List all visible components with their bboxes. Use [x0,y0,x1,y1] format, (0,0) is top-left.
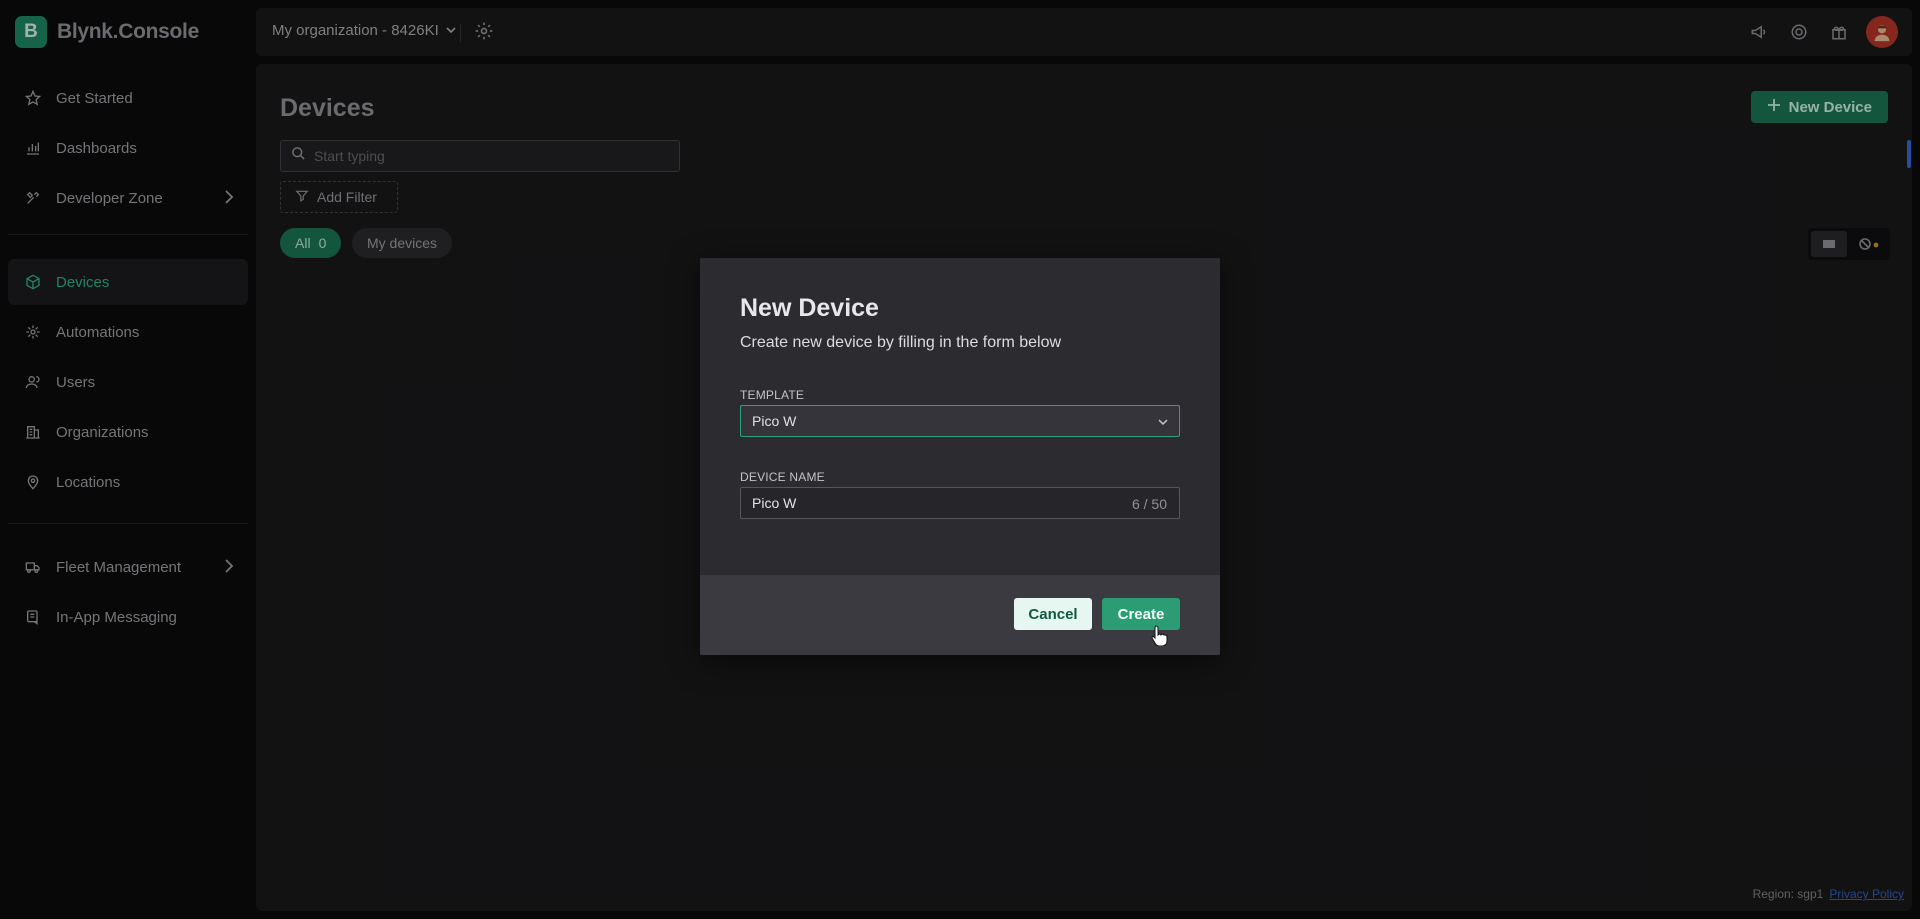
device-name-label: DEVICE NAME [740,470,825,484]
character-counter: 6 / 50 [1131,496,1167,512]
chevron-down-icon [1157,415,1169,431]
new-device-modal: New Device Create new device by filling … [700,258,1220,655]
template-label: TEMPLATE [740,388,805,402]
cancel-button[interactable]: Cancel [1014,598,1092,630]
modal-footer: Cancel Create [700,575,1220,655]
template-select[interactable]: Pico W [740,405,1180,437]
modal-subtitle: Create new device by filling in the form… [740,334,1062,351]
template-value: Pico W [752,413,797,429]
device-name-field[interactable]: 6 / 50 [740,487,1180,519]
pointer-cursor-icon [1150,624,1168,651]
create-button[interactable]: Create [1102,598,1180,630]
device-name-input[interactable] [752,495,1112,511]
modal-title: New Device [740,294,879,322]
